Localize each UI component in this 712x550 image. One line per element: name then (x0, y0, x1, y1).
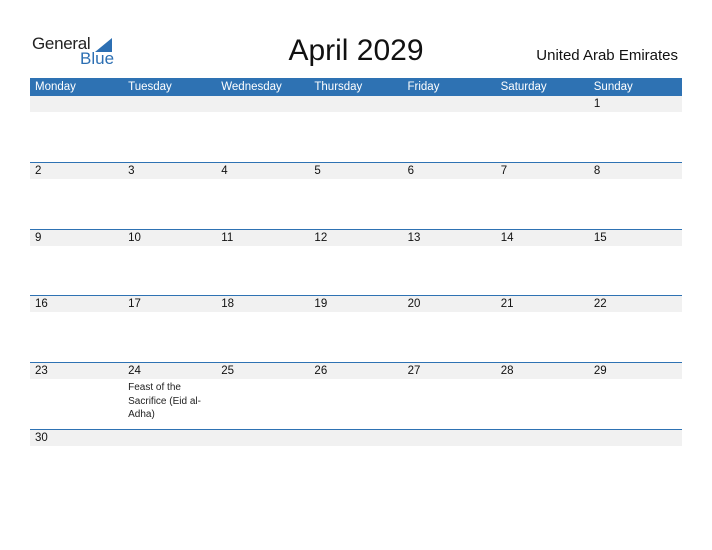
day-number: 10 (128, 232, 141, 244)
day-number: 15 (593, 232, 607, 244)
day-cell: 28 (496, 363, 589, 430)
day-cell: 24 Feast of the Sacrifice (Eid al-Adha) (123, 363, 216, 430)
day-cell: 23 (30, 363, 123, 430)
weekday-saturday: Saturday (500, 81, 547, 93)
day-number: 9 (35, 232, 42, 244)
weekday-wednesday: Wednesday (221, 81, 282, 93)
weekday-header: Monday Tuesday Wednesday Thursday Friday… (30, 78, 682, 96)
day-number: 21 (500, 298, 514, 310)
day-cell: 3 (123, 163, 216, 230)
day-cell: 16 (30, 296, 123, 363)
day-cell: 30 (30, 430, 123, 480)
weekday-monday: Monday (35, 81, 76, 93)
day-number: 16 (35, 298, 48, 310)
day-number: 14 (500, 232, 514, 244)
week-row: 16 17 18 19 20 21 22 (30, 295, 682, 363)
day-number: 30 (35, 432, 48, 444)
day-cell: 1 (589, 96, 682, 163)
day-number: 2 (35, 165, 42, 177)
holiday-event: Feast of the Sacrifice (Eid al-Adha) (128, 382, 201, 420)
day-cell: 9 (30, 230, 123, 296)
day-cell: 12 (309, 230, 402, 296)
day-cell: 29 (589, 363, 682, 430)
week-row: 1 (30, 96, 682, 163)
day-cell: 20 (403, 296, 496, 363)
week-row: 9 10 11 12 13 14 15 (30, 229, 682, 296)
day-cell (216, 430, 309, 480)
weekday-tuesday: Tuesday (128, 81, 172, 93)
day-number: 4 (221, 165, 228, 177)
day-number: 29 (593, 365, 607, 377)
day-cell: 27 (403, 363, 496, 430)
day-number: 19 (314, 298, 328, 310)
day-cell: 5 (309, 163, 402, 230)
day-cell (403, 96, 496, 163)
week-row: 2 3 4 5 6 7 8 (30, 162, 682, 230)
day-cell: 11 (216, 230, 309, 296)
weekday-thursday: Thursday (314, 81, 363, 93)
day-cell (496, 430, 589, 480)
day-number: 28 (500, 365, 514, 377)
day-cell: 10 (123, 230, 216, 296)
day-cell: 6 (403, 163, 496, 230)
weekday-sunday: Sunday (593, 81, 633, 93)
day-cell: 21 (496, 296, 589, 363)
day-cell (589, 430, 682, 480)
day-cell: 14 (496, 230, 589, 296)
day-cell (123, 96, 216, 163)
day-number: 27 (407, 365, 421, 377)
day-number: 17 (128, 298, 141, 310)
day-cell: 15 (589, 230, 682, 296)
day-cell: 7 (496, 163, 589, 230)
country-name: United Arab Emirates (536, 47, 678, 64)
day-number: 7 (500, 165, 508, 177)
weekday-friday: Friday (407, 81, 440, 93)
day-cell: 26 (309, 363, 402, 430)
day-number: 12 (314, 232, 328, 244)
day-number: 22 (593, 298, 607, 310)
day-cell (30, 96, 123, 163)
day-cell (309, 96, 402, 163)
day-number: 13 (407, 232, 421, 244)
day-cell: 17 (123, 296, 216, 363)
day-cell: 22 (589, 296, 682, 363)
day-number: 6 (407, 165, 414, 177)
day-cell: 8 (589, 163, 682, 230)
day-cell (403, 430, 496, 480)
day-cell (496, 96, 589, 163)
day-cell (309, 430, 402, 480)
day-number: 11 (221, 232, 234, 244)
day-cell (216, 96, 309, 163)
day-number: 24 (128, 365, 141, 377)
day-number: 5 (314, 165, 321, 177)
day-cell (123, 430, 216, 480)
day-cell: 4 (216, 163, 309, 230)
day-cell: 25 (216, 363, 309, 430)
week-row: 23 24 Feast of the Sacrifice (Eid al-Adha)… (30, 362, 682, 430)
day-number: 8 (593, 165, 601, 177)
day-number: 3 (128, 165, 135, 177)
day-cell: 18 (216, 296, 309, 363)
day-cell: 2 (30, 163, 123, 230)
day-cell: 19 (309, 296, 402, 363)
day-number: 1 (593, 98, 601, 110)
day-number: 23 (35, 365, 48, 377)
day-number: 18 (221, 298, 235, 310)
day-number: 26 (314, 365, 328, 377)
day-cell: 13 (403, 230, 496, 296)
week-row: 30 (30, 429, 682, 480)
day-number: 20 (407, 298, 421, 310)
day-number: 25 (221, 365, 235, 377)
